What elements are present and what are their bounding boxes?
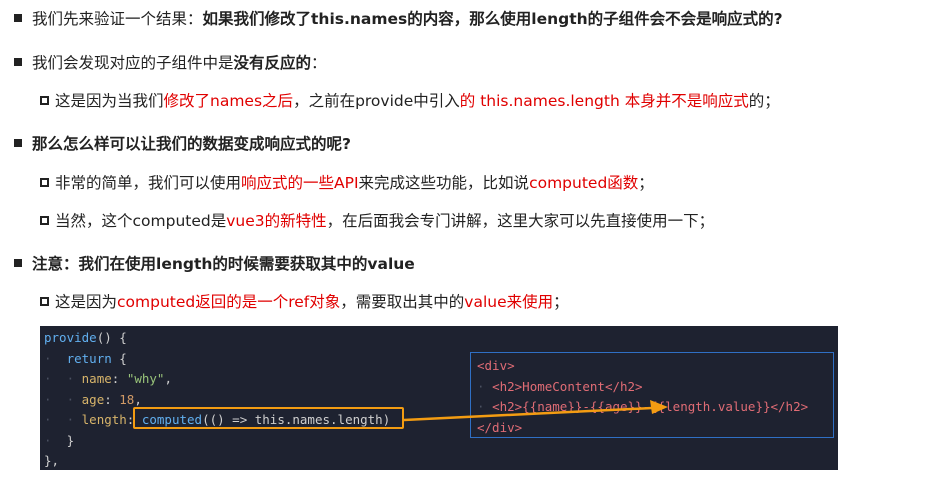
arrow-icon (403, 400, 668, 422)
